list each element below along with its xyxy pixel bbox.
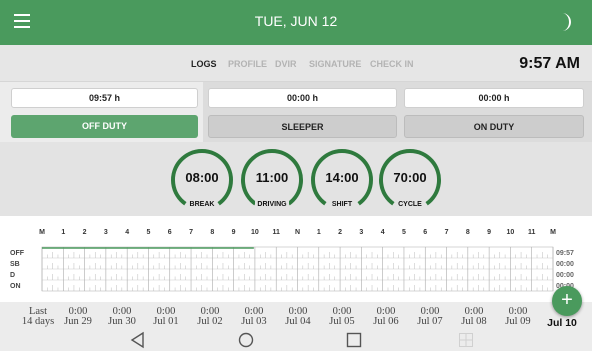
break-gauge: 08:00 BREAK [170,148,234,212]
day-summary[interactable]: 0:00 Jul 04 [276,306,320,327]
tab-profile[interactable]: PROFILE [228,59,267,69]
hour-label: 2 [83,229,87,236]
hour-label: 6 [168,229,172,236]
last-14-days-label[interactable]: Last 14 days [16,306,60,327]
hour-label: 3 [359,229,363,236]
driving-gauge-label: DRIVING [255,201,289,208]
driving-gauge: 11:00 DRIVING [240,148,304,212]
row-total: 00:00 [556,272,574,279]
row-label: SB [10,261,20,268]
driving-gauge-value: 11:00 [255,170,289,185]
hour-label: 11 [273,229,281,236]
tabs-bar: LOGS PROFILE DVIR SIGNATURE CHECK IN 9:5… [0,45,592,82]
hour-label: 7 [445,229,449,236]
hour-label: 9 [487,229,491,236]
recents-icon[interactable] [344,331,364,349]
back-icon[interactable] [128,331,148,349]
hour-label: N [295,229,300,236]
hour-label: 1 [61,229,65,236]
day-summary[interactable]: 0:00 Jul 05 [320,306,364,327]
home-icon[interactable] [236,331,256,349]
hour-label: 3 [104,229,108,236]
grid-icon[interactable] [456,331,476,349]
day-summary[interactable]: 0:00 Jul 03 [232,306,276,327]
hour-label: 1 [317,229,321,236]
cycle-gauge-value: 70:00 [393,170,427,185]
hour-label: 4 [125,229,129,236]
sleeper-button[interactable]: SLEEPER [208,115,397,138]
current-time: 9:57 AM [519,55,580,72]
cycle-gauge-label: CYCLE [396,201,424,208]
sleeper-duration: 00:00 h [208,88,397,108]
day-summary[interactable]: 0:00 Jul 09 [496,306,540,327]
hour-label: 6 [423,229,427,236]
hour-label: 8 [466,229,470,236]
row-label: D [10,272,15,279]
on-duty-duration: 00:00 h [404,88,584,108]
off-duty-button[interactable]: OFF DUTY [11,115,198,138]
on-duty-button[interactable]: ON DUTY [404,115,584,138]
row-total: 00:00 [556,261,574,268]
status-row: 09:57 h 00:00 h 00:00 h OFF DUTY SLEEPER… [0,82,592,142]
hour-label: 5 [147,229,151,236]
tab-logs[interactable]: LOGS [191,59,217,69]
break-gauge-value: 08:00 [185,170,219,185]
current-day[interactable]: Jul 10 [540,318,584,328]
hour-label: 4 [381,229,385,236]
hour-label: M [550,229,556,236]
app-bar: TUE, JUN 12 [0,0,592,45]
day-summary[interactable]: 0:00 Jul 02 [188,306,232,327]
row-label: OFF [10,250,25,257]
day-summary[interactable]: 0:00 Jun 29 [56,306,100,327]
hour-label: 10 [507,229,515,236]
add-event-button[interactable]: + [552,286,582,316]
log-graph-canvas: M 1 2 3 4 5 6 7 8 9 10 11 N 1 2 3 4 5 6 7 8 9 10 11 M OFF 09:57 SB 0… [10,229,574,292]
shift-gauge-label: SHIFT [329,201,355,208]
row-label: ON [10,283,21,290]
days-strip: Last 14 days 0:00 Jun 29 0:00 Jun 30 0:00 Jul… [0,302,592,328]
day-summary[interactable]: 0:00 Jun 30 [100,306,144,327]
log-graph[interactable]: M 1 2 3 4 5 6 7 8 9 10 11 N 1 2 3 4 5 6 7 8 9 10 11 M OFF 09:57 SB 0… [0,216,592,302]
shift-gauge: 14:00 SHIFT [310,148,374,212]
hour-label: 9 [232,229,236,236]
shift-gauge-value: 14:00 [325,170,359,185]
system-nav-bar [0,328,592,351]
hours-gauges: 08:00 BREAK 11:00 DRIVING 14:00 SHIFT 70… [0,142,592,216]
off-duty-duration: 09:57 h [11,88,198,108]
break-gauge-label: BREAK [187,201,217,208]
row-total: 09:57 [556,250,574,257]
cycle-gauge: 70:00 CYCLE [378,148,442,212]
hour-label: 11 [528,229,536,236]
tab-signature[interactable]: SIGNATURE [309,59,361,69]
day-summary[interactable]: 0:00 Jul 06 [364,306,408,327]
hour-label: 2 [338,229,342,236]
tab-check-in[interactable]: CHECK IN [370,59,414,69]
hour-label: 5 [402,229,406,236]
hour-label: 7 [189,229,193,236]
day-summary[interactable]: 0:00 Jul 08 [452,306,496,327]
hour-label: 10 [251,229,259,236]
day-summary[interactable]: 0:00 Jul 07 [408,306,452,327]
hour-label: 8 [210,229,214,236]
date-title: TUE, JUN 12 [254,13,338,29]
day-summary[interactable]: 0:00 Jul 01 [144,306,188,327]
hour-label: M [39,229,45,236]
moon-icon[interactable] [556,12,574,32]
tab-dvir[interactable]: DVIR [275,59,297,69]
